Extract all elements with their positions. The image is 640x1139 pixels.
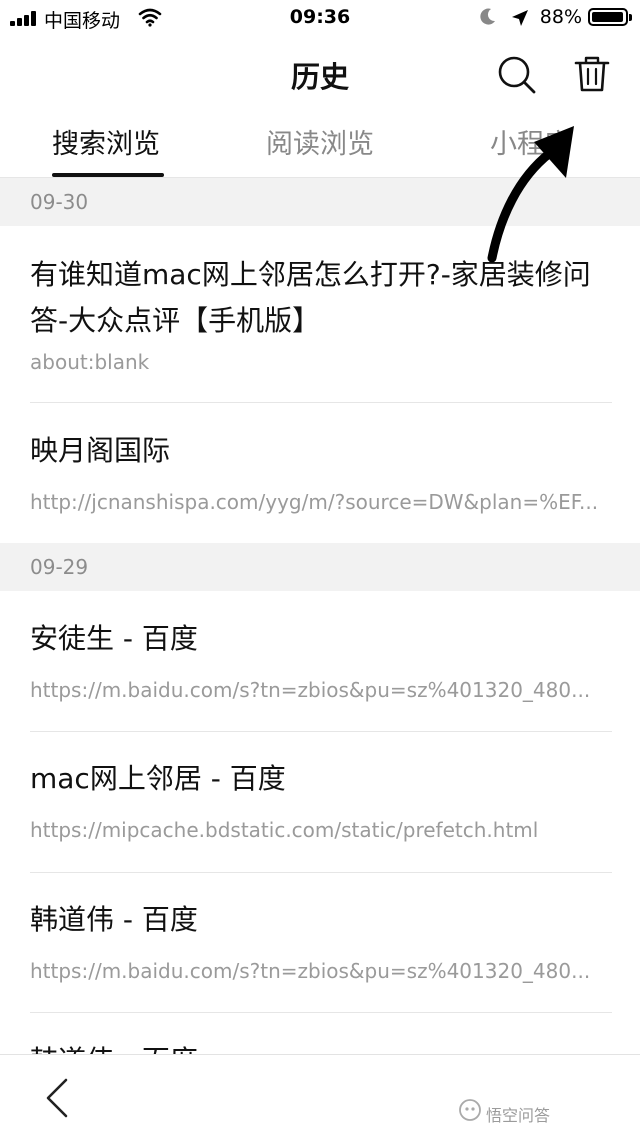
battery-percent: 88% — [539, 6, 582, 28]
trash-icon[interactable] — [570, 52, 614, 96]
divider — [30, 731, 612, 732]
divider — [30, 402, 612, 403]
bottom-toolbar — [0, 1054, 640, 1139]
date-label: 09-29 — [30, 555, 89, 579]
status-bar: 中国移动 09:36 88% — [0, 0, 640, 36]
history-item-title[interactable]: 安徒生 - 百度 — [30, 616, 610, 662]
history-item-title[interactable]: mac网上邻居 - 百度 — [30, 756, 610, 802]
chevron-left-icon[interactable] — [40, 1076, 74, 1120]
battery-icon — [588, 8, 632, 26]
history-item-title[interactable]: 映月阁国际 — [30, 428, 610, 474]
page-title: 历史 — [290, 60, 349, 94]
history-item-url: https://m.baidu.com/s?tn=zbios&pu=sz%401… — [30, 678, 591, 702]
history-item-title[interactable]: 韩道伟 - 百度 — [30, 897, 610, 943]
watermark-text: 悟空问答 — [486, 1106, 551, 1125]
divider — [30, 1012, 612, 1013]
divider — [30, 872, 612, 873]
tab-search-browse[interactable]: 搜索浏览 — [52, 122, 160, 161]
history-item-url: https://mipcache.bdstatic.com/static/pre… — [30, 818, 539, 842]
history-item-url: http://jcnanshispa.com/yyg/m/?source=DW&… — [30, 490, 599, 514]
date-header: 09-29 — [0, 543, 640, 591]
watermark-logo-icon — [459, 1099, 481, 1121]
location-arrow-icon — [512, 10, 528, 26]
date-label: 09-30 — [30, 190, 89, 214]
history-item-url: https://m.baidu.com/s?tn=zbios&pu=sz%401… — [30, 959, 591, 983]
moon-icon — [480, 8, 495, 25]
tab-read-browse[interactable]: 阅读浏览 — [266, 122, 374, 161]
search-icon[interactable] — [496, 54, 538, 96]
history-item-url: about:blank — [30, 350, 150, 374]
annotation-arrow-icon — [487, 126, 574, 263]
